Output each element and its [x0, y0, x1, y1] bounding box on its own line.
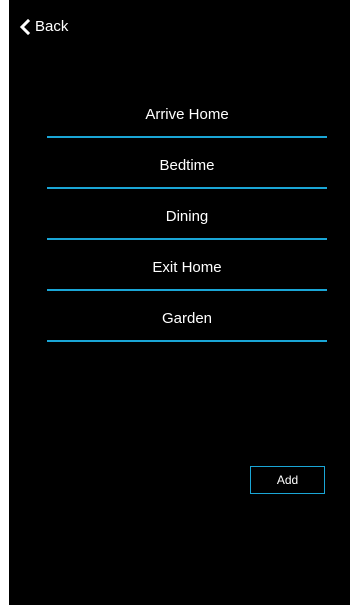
back-label: Back	[35, 18, 69, 35]
list-item-arrive-home[interactable]: Arrive Home	[47, 87, 327, 138]
scene-list: Arrive Home Bedtime Dining Exit Home Gar…	[47, 87, 327, 342]
list-item-bedtime[interactable]: Bedtime	[47, 138, 327, 189]
list-item-label: Garden	[161, 310, 213, 327]
back-button[interactable]: Back	[18, 18, 68, 36]
list-item-dining[interactable]: Dining	[47, 189, 327, 240]
list-item-label: Dining	[165, 208, 209, 225]
list-item-label: Arrive Home	[145, 106, 229, 123]
list-item-garden[interactable]: Garden	[47, 291, 327, 342]
chevron-left-icon	[18, 18, 32, 36]
list-item-label: Exit Home	[152, 259, 222, 276]
list-item-exit-home[interactable]: Exit Home	[47, 240, 327, 291]
app-screen: Back Arrive Home Bedtime Dining Exit Hom…	[9, 0, 350, 605]
add-button[interactable]: Add	[250, 466, 325, 494]
list-item-label: Bedtime	[159, 157, 215, 174]
